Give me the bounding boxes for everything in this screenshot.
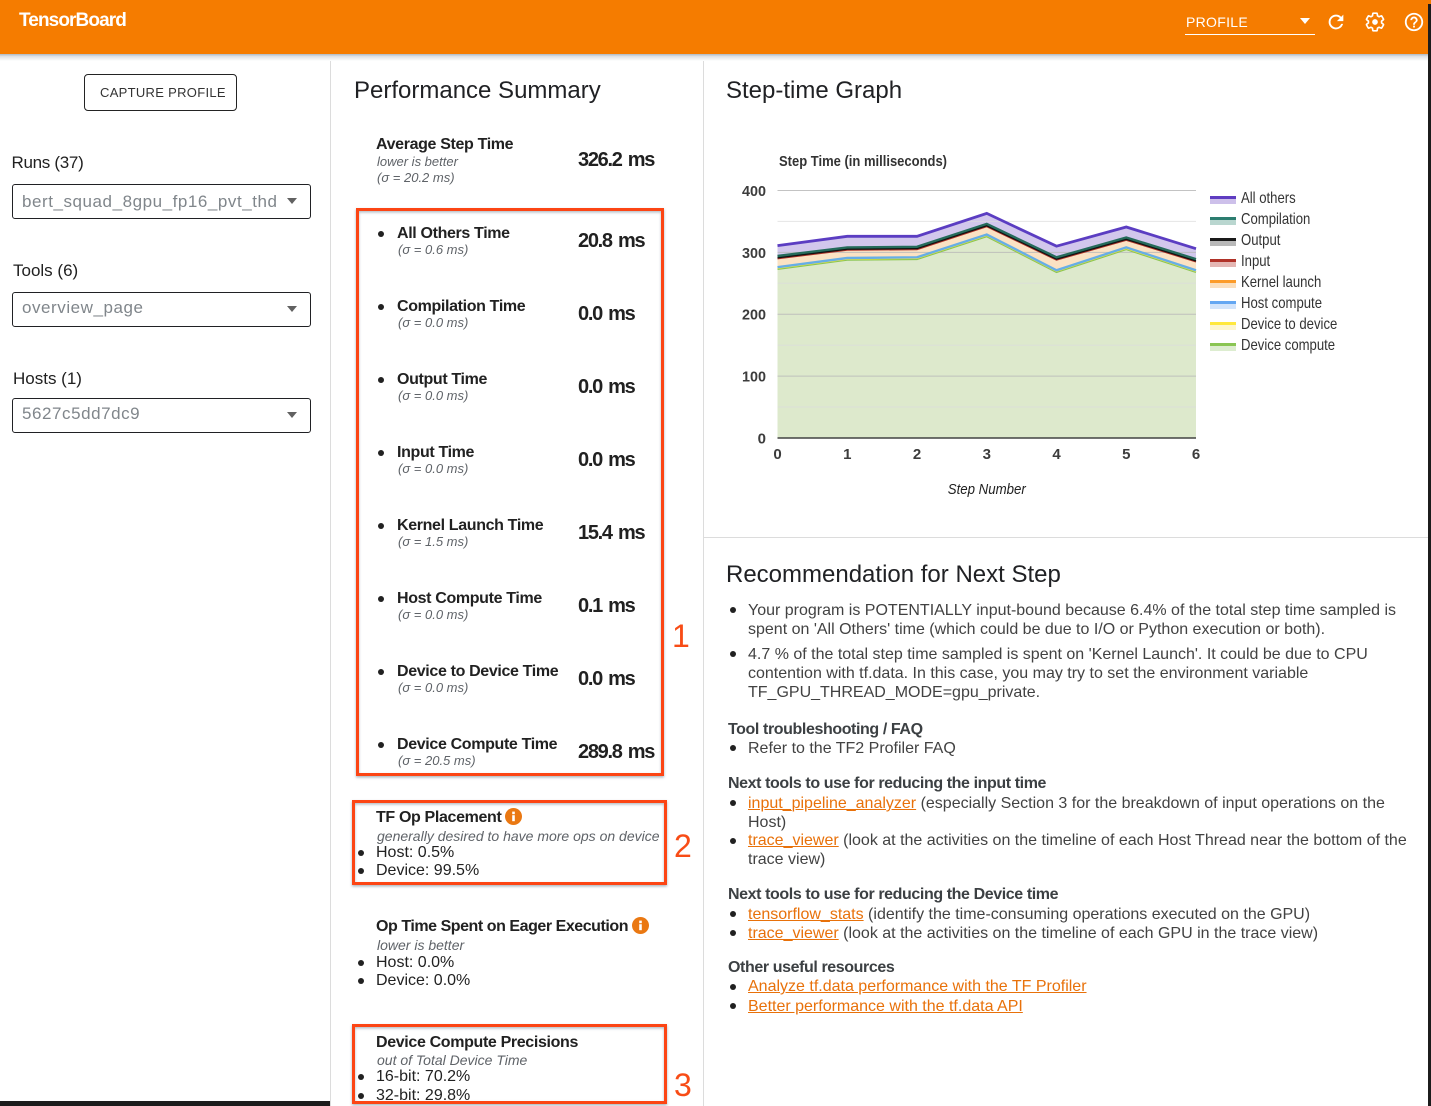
svg-text:Host compute: Host compute [1241,295,1322,312]
svg-text:0: 0 [758,431,766,448]
svg-text:3: 3 [983,446,991,463]
svg-text:6: 6 [1192,446,1200,463]
svg-text:100: 100 [742,369,766,386]
svg-text:2: 2 [913,446,921,463]
svg-text:Step Time (in milliseconds): Step Time (in milliseconds) [779,153,947,170]
svg-text:Input: Input [1241,253,1271,270]
svg-text:0: 0 [773,446,781,463]
svg-text:Output: Output [1241,232,1281,249]
svg-text:4: 4 [1052,446,1061,463]
svg-text:5: 5 [1122,446,1130,463]
svg-text:Device compute: Device compute [1241,337,1335,354]
svg-text:Step Number: Step Number [948,481,1027,498]
svg-text:400: 400 [742,183,766,200]
svg-text:1: 1 [843,446,851,463]
svg-text:300: 300 [742,245,766,262]
svg-text:Compilation: Compilation [1241,211,1310,228]
svg-text:Device to device: Device to device [1241,316,1337,333]
svg-text:Kernel launch: Kernel launch [1241,274,1321,291]
svg-text:200: 200 [742,307,766,324]
svg-text:All others: All others [1241,190,1296,207]
